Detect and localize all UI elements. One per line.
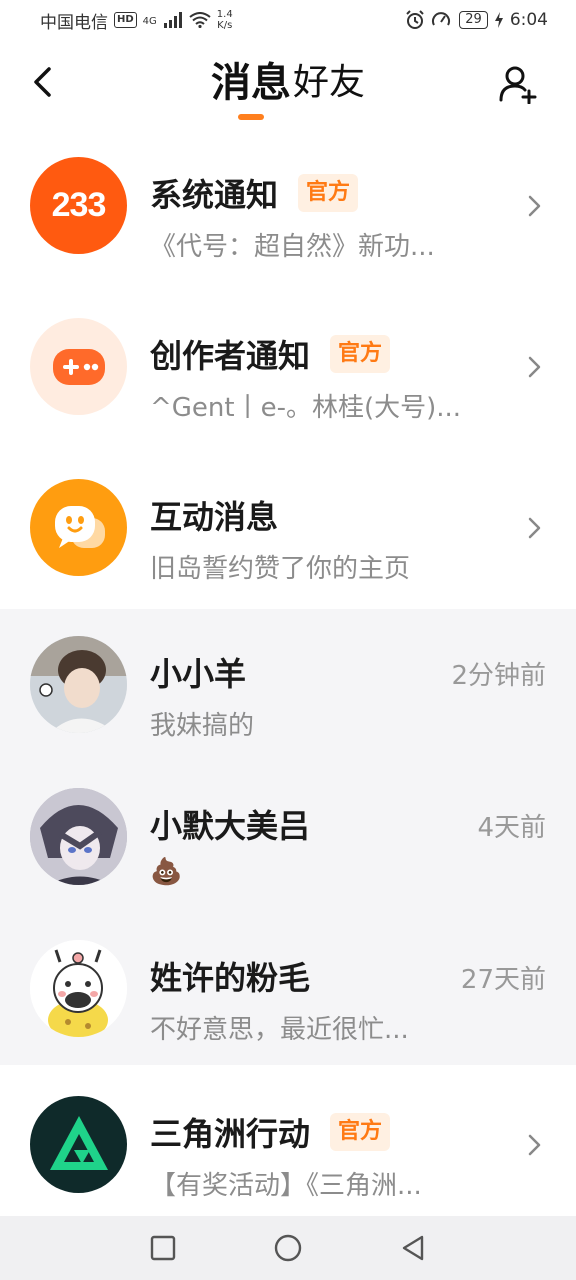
net-speed-value: 1.4 — [216, 9, 233, 20]
official-game-section: 三角洲行动 官方 【有奖活动】《三角洲... — [0, 1065, 576, 1226]
interaction-avatar — [30, 479, 127, 576]
list-item-creator-notice[interactable]: 创作者通知 官方 ^Gent丨e-。林桂(大号)... — [0, 287, 576, 448]
anime-avatar-image — [30, 788, 127, 885]
row-subtitle: 旧岛誓约赞了你的主页 — [150, 554, 411, 584]
wifi-icon — [189, 12, 211, 28]
title-line: 三角洲行动 官方 — [150, 1109, 391, 1155]
notifications-section: 233 系统通知 官方 《代号：超自然》新功... 创作者通知 官方 ^Gent… — [0, 126, 576, 609]
list-item-delta-force[interactable]: 三角洲行动 官方 【有奖活动】《三角洲... — [0, 1065, 576, 1226]
system-notice-avatar: 233 — [30, 157, 127, 254]
delta-force-avatar — [30, 1096, 127, 1193]
logo-233: 233 — [51, 186, 107, 224]
status-bar: 中国电信 HD 4G 1.4 K/s 29 6:04 — [0, 0, 576, 40]
tab-messages[interactable]: 消息 — [210, 54, 291, 120]
chevron-right-icon — [528, 356, 541, 378]
friend-name: 小默大美吕 — [150, 807, 311, 845]
chevron-right-icon — [528, 517, 541, 539]
clock: 6:04 — [509, 10, 548, 30]
official-badge: 官方 — [330, 1113, 391, 1151]
net-speed-unit: K/s — [217, 20, 233, 31]
title-line: 系统通知 官方 — [150, 170, 359, 216]
hd-icon: HD — [114, 12, 137, 28]
net-speed: 1.4 K/s — [217, 9, 233, 31]
cartoon-avatar-image — [30, 940, 127, 1037]
friend-photo-image — [30, 636, 127, 733]
add-user-icon — [499, 66, 537, 104]
row-subtitle: ^Gent丨e-。林桂(大号)... — [150, 393, 462, 423]
title-line: 创作者通知 官方 — [150, 331, 391, 377]
chevron-right-icon — [528, 195, 541, 217]
recent-apps-button[interactable] — [143, 1228, 183, 1268]
square-icon — [150, 1235, 175, 1261]
list-item-friend[interactable]: 姓许的粉毛 27天前 不好意思，最近很忙... — [0, 913, 576, 1065]
back-nav-button[interactable] — [393, 1228, 433, 1268]
row-title: 创作者通知 — [150, 337, 311, 375]
tab-active-indicator — [237, 114, 264, 120]
title-line: 姓许的粉毛 — [150, 953, 310, 999]
tab-bar: 消息 好友 — [0, 54, 576, 120]
title-line: 小小羊 — [150, 649, 246, 695]
battery-level: 29 — [459, 11, 488, 29]
list-item-system-notice[interactable]: 233 系统通知 官方 《代号：超自然》新功... — [0, 126, 576, 287]
friend-name: 小小羊 — [150, 655, 247, 693]
triangle-back-icon — [403, 1235, 424, 1261]
status-right: 29 6:04 — [405, 10, 548, 30]
status-left: 中国电信 HD 4G 1.4 K/s — [40, 8, 233, 33]
message-time: 2分钟前 — [451, 661, 546, 691]
network-type: 4G — [142, 15, 157, 27]
delta-force-logo-icon — [49, 1115, 108, 1170]
row-subtitle: 【有奖活动】《三角洲... — [150, 1171, 422, 1201]
tab-friends-label: 好友 — [292, 62, 365, 103]
friend-name: 姓许的粉毛 — [150, 959, 311, 997]
carrier-label: 中国电信 — [40, 12, 108, 33]
tab-friends[interactable]: 好友 — [293, 54, 365, 112]
title-line: 互动消息 — [150, 492, 278, 538]
creator-notice-avatar — [30, 318, 127, 415]
list-item-friend[interactable]: 小默大美吕 4天前 💩 — [0, 761, 576, 913]
row-title: 系统通知 — [150, 176, 279, 214]
circle-icon — [274, 1234, 302, 1262]
add-friend-button[interactable] — [496, 62, 540, 106]
charging-icon — [494, 12, 503, 28]
gamepad-icon — [52, 348, 105, 385]
row-subtitle: 《代号：超自然》新功... — [150, 232, 435, 262]
message-time: 4天前 — [477, 813, 546, 843]
header: 消息 好友 — [0, 40, 576, 126]
conversation-list: 233 系统通知 官方 《代号：超自然》新功... 创作者通知 官方 ^Gent… — [0, 126, 576, 1226]
last-message: 不好意思，最近很忙... — [150, 1015, 409, 1045]
list-item-interaction[interactable]: 互动消息 旧岛誓约赞了你的主页 — [0, 448, 576, 609]
friends-section: 小小羊 2分钟前 我妹搞的 小默大美吕 4天前 💩 姓许的粉毛 27天前 不好意… — [0, 609, 576, 1065]
signal-icon — [163, 12, 182, 28]
speedometer-icon — [432, 12, 451, 26]
list-item-friend[interactable]: 小小羊 2分钟前 我妹搞的 — [0, 609, 576, 761]
tab-messages-label: 消息 — [210, 60, 291, 106]
row-title: 三角洲行动 — [150, 1115, 311, 1153]
friend-avatar — [30, 788, 127, 885]
row-title: 互动消息 — [150, 498, 279, 536]
chevron-right-icon — [528, 1134, 541, 1156]
system-nav-bar — [0, 1216, 576, 1280]
official-badge: 官方 — [298, 174, 359, 212]
last-message: 💩 — [150, 857, 183, 887]
message-time: 27天前 — [460, 965, 546, 995]
friend-avatar — [30, 940, 127, 1037]
official-badge: 官方 — [330, 335, 391, 373]
chat-bubble-icon — [54, 505, 105, 548]
alarm-icon — [406, 10, 424, 29]
home-button[interactable] — [268, 1228, 308, 1268]
last-message: 我妹搞的 — [150, 711, 255, 741]
friend-avatar — [30, 636, 127, 733]
title-line: 小默大美吕 — [150, 801, 310, 847]
